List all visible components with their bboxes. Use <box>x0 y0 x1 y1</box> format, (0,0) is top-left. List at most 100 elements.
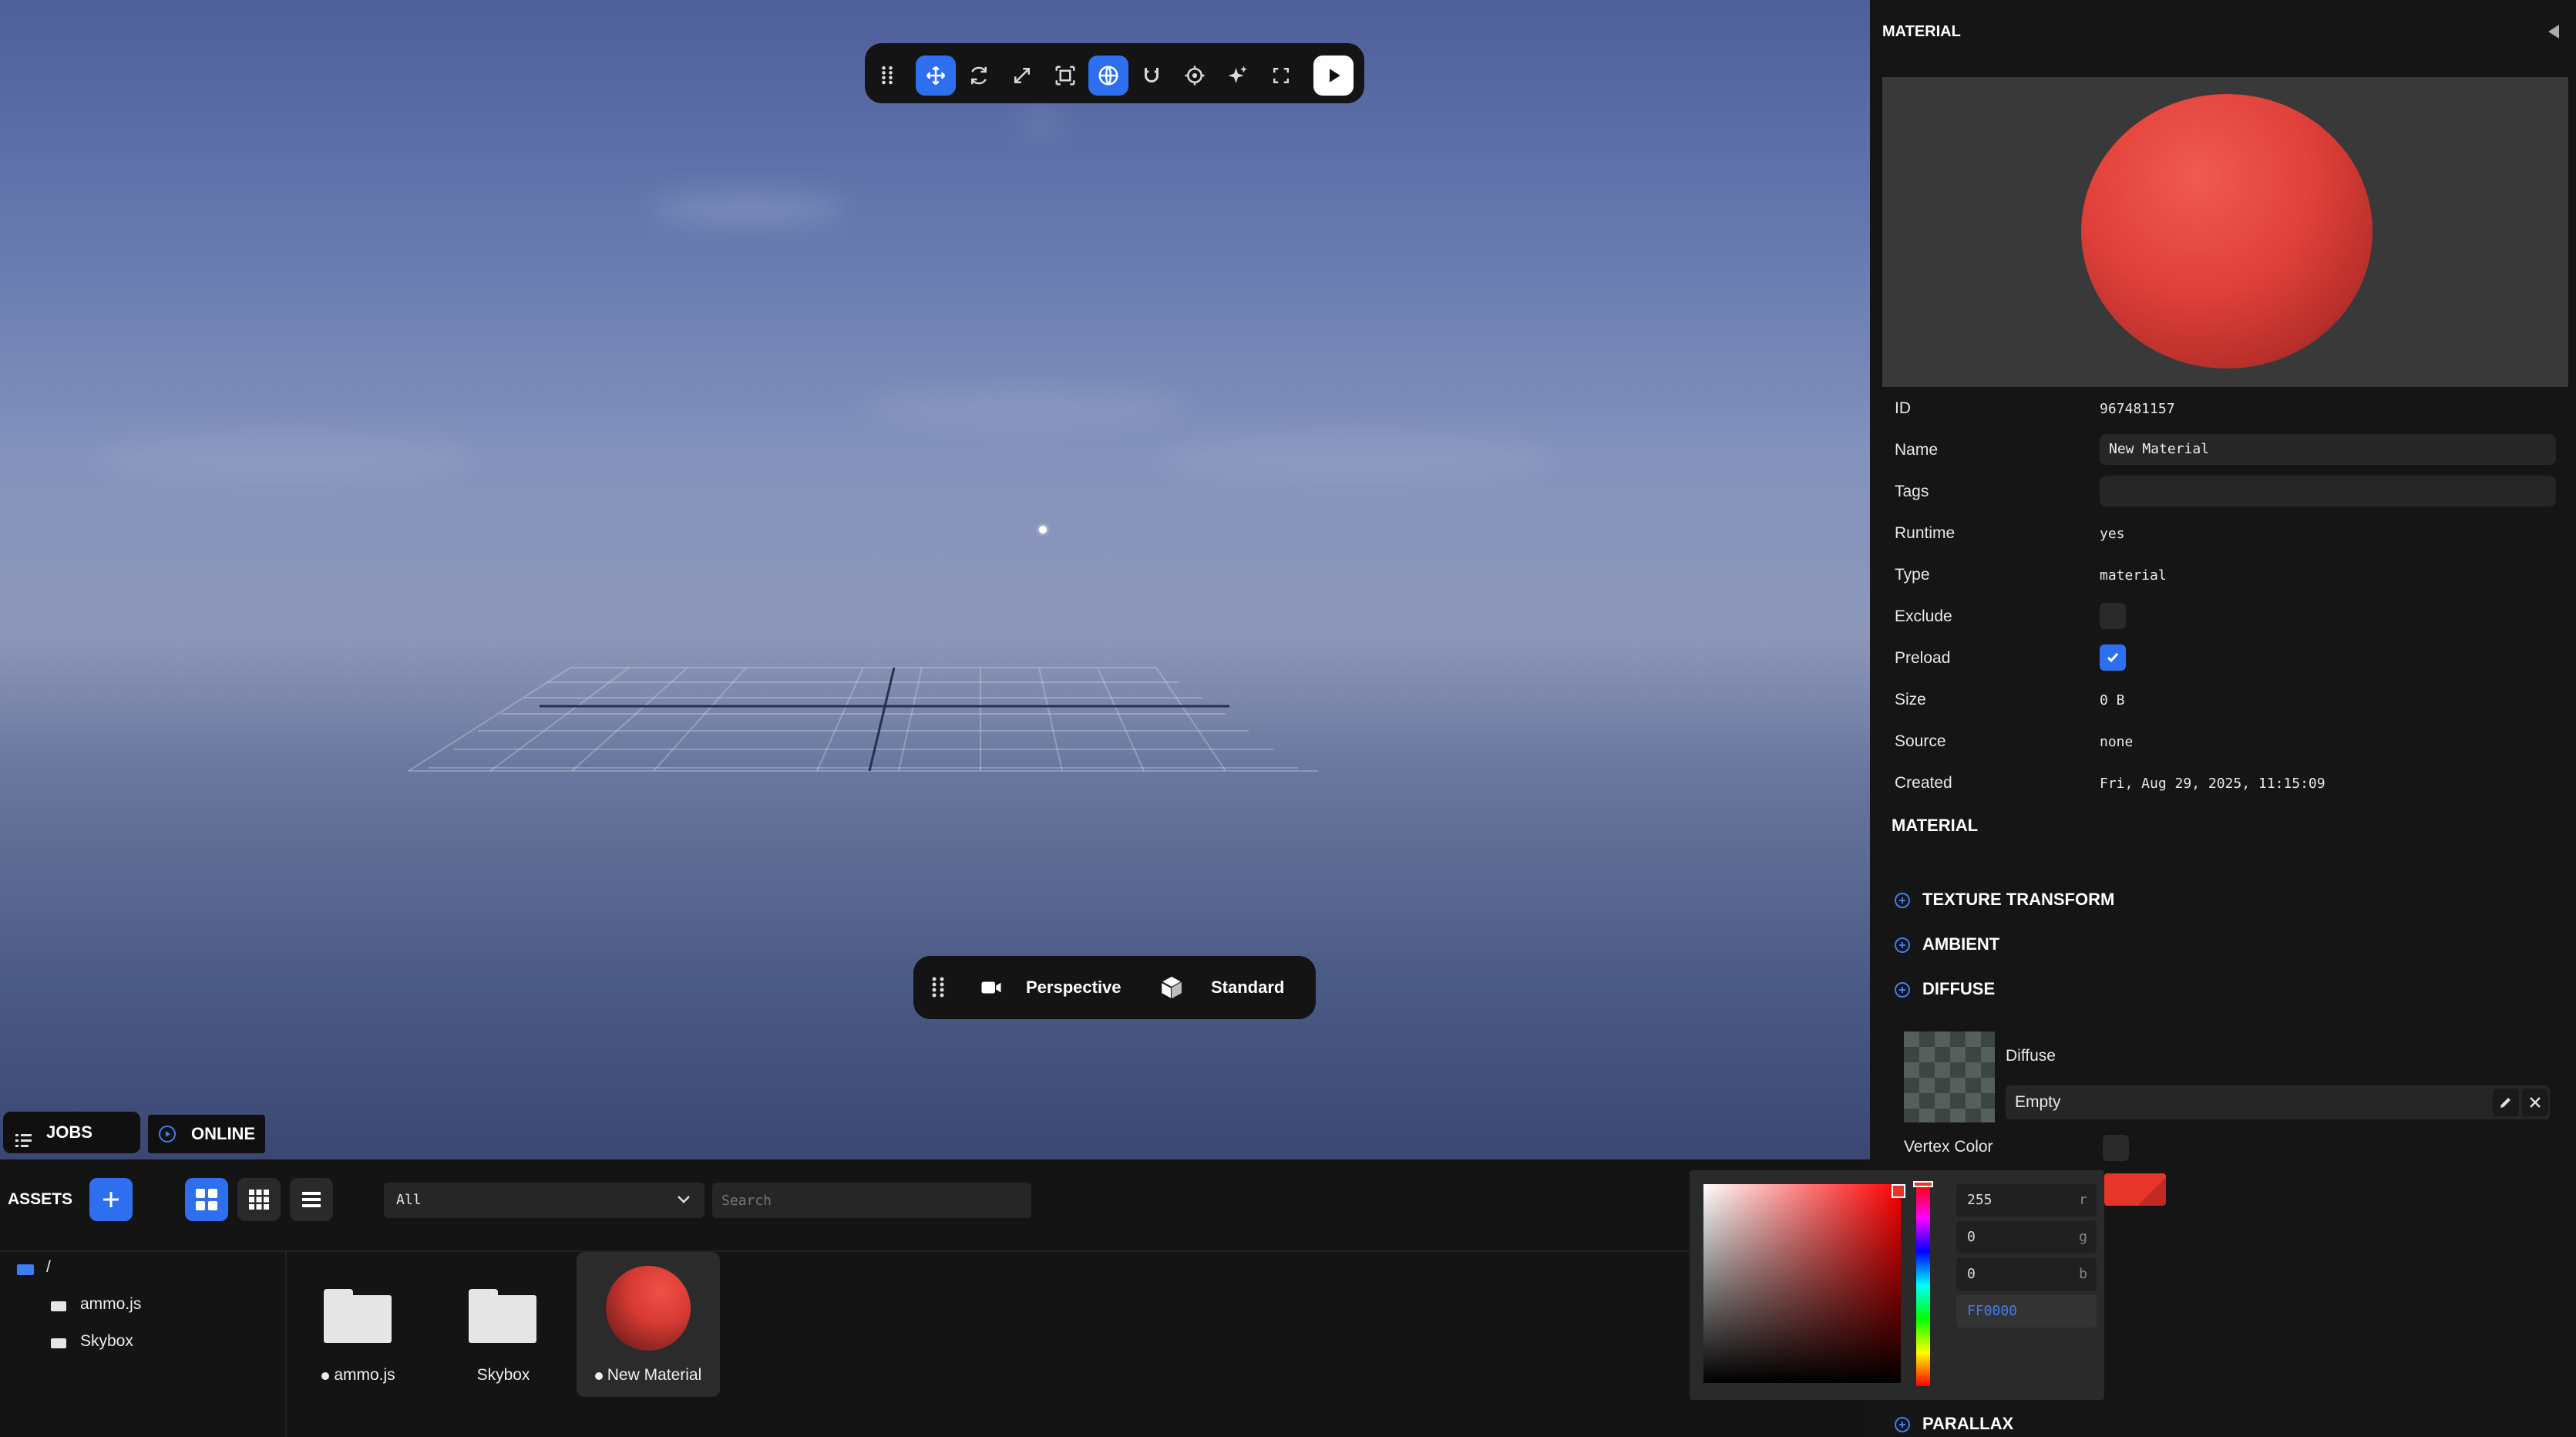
section-parallax[interactable]: PARALLAX <box>1895 1414 2013 1434</box>
filter-dropdown[interactable]: All <box>384 1183 705 1218</box>
section-texture-transform-label: TEXTURE TRANSFORM <box>1922 890 2115 909</box>
asset-item-material[interactable]: New Material <box>577 1252 720 1397</box>
tree-item-label: ammo.js <box>80 1295 142 1313</box>
view-small-grid-button[interactable] <box>237 1178 281 1221</box>
runtime-label: Runtime <box>1895 524 1956 542</box>
type-label: Type <box>1895 566 1930 584</box>
expand-plus-icon <box>1895 893 1910 909</box>
camera-bar: Perspective Standard <box>913 956 1316 1019</box>
hue-slider[interactable] <box>1916 1184 1930 1386</box>
play-icon[interactable] <box>1313 56 1354 96</box>
material-thumbnail-sphere <box>606 1266 691 1351</box>
exclude-label: Exclude <box>1895 607 1952 625</box>
view-list-button[interactable] <box>290 1178 333 1221</box>
hue-handle[interactable] <box>1913 1181 1933 1187</box>
fullscreen-corners-icon[interactable] <box>1261 56 1301 96</box>
asset-item-label: New Material <box>577 1366 720 1385</box>
folder-icon <box>324 1289 392 1343</box>
preload-checkbox[interactable] <box>2100 644 2126 671</box>
color-picker: 255 r 0g 0b FF0000 <box>1690 1170 2104 1400</box>
edit-pencil-icon[interactable] <box>2493 1089 2519 1116</box>
diffuse-label: Diffuse <box>2006 1047 2056 1065</box>
online-status-icon <box>159 1126 176 1143</box>
globe-icon[interactable] <box>1088 56 1128 96</box>
section-parallax-label: PARALLAX <box>1922 1414 2014 1433</box>
triangle-left-icon[interactable] <box>2548 25 2559 39</box>
folder-icon <box>51 1338 66 1348</box>
exclude-checkbox[interactable] <box>2100 603 2126 629</box>
toolbar-drag-handle-icon[interactable] <box>876 56 899 96</box>
grid-large-icon <box>196 1189 217 1210</box>
transform-toolbar <box>865 43 1364 103</box>
type-value: material <box>2100 567 2167 584</box>
red-input[interactable]: 255 r <box>1956 1184 2097 1217</box>
blue-input[interactable]: 0b <box>1956 1258 2097 1291</box>
vertex-color-checkbox[interactable] <box>2103 1135 2129 1161</box>
diffuse-texture-value: Empty <box>2015 1093 2061 1111</box>
camera-mode-label[interactable]: Perspective <box>1026 956 1122 1019</box>
id-label: ID <box>1895 399 1911 417</box>
checkmark-icon <box>2107 653 2119 663</box>
jobs-button[interactable]: JOBS <box>3 1112 140 1153</box>
scale-arrows-icon[interactable] <box>1002 56 1042 96</box>
section-ambient[interactable]: AMBIENT <box>1895 934 1999 954</box>
material-heading: MATERIAL <box>1892 816 1979 835</box>
section-diffuse-label: DIFFUSE <box>1922 979 1996 998</box>
expand-plus-icon <box>1895 937 1910 954</box>
section-diffuse[interactable]: DIFFUSE <box>1895 979 1995 999</box>
folder-icon <box>17 1264 34 1275</box>
expand-plus-icon <box>1895 1417 1910 1433</box>
id-value: 967481157 <box>2100 401 2175 417</box>
asset-search-input[interactable] <box>712 1183 1031 1218</box>
render-mode-label[interactable]: Standard <box>1211 956 1284 1019</box>
move-arrows-icon[interactable] <box>916 56 956 96</box>
tree-root-label: / <box>46 1258 51 1276</box>
asset-item-label: ammo.js <box>308 1366 409 1385</box>
hex-input[interactable]: FF0000 <box>1956 1295 2097 1328</box>
created-label: Created <box>1895 774 1952 792</box>
magnet-icon[interactable] <box>1132 56 1172 96</box>
name-label: Name <box>1895 441 1939 459</box>
tags-label: Tags <box>1895 483 1929 500</box>
view-large-grid-button[interactable] <box>185 1178 228 1221</box>
asset-item-folder[interactable]: Skybox <box>453 1252 553 1398</box>
divider <box>285 1252 287 1437</box>
close-icon[interactable] <box>2522 1089 2548 1116</box>
crosshair-icon[interactable] <box>1175 56 1215 96</box>
saturation-handle[interactable] <box>1892 1184 1905 1198</box>
name-field[interactable]: New Material <box>2100 434 2556 465</box>
hex-value: FF0000 <box>1967 1303 2018 1319</box>
jobs-label: JOBS <box>46 1122 92 1142</box>
saturation-value-field[interactable] <box>1703 1184 1901 1383</box>
sparkle-icon[interactable] <box>1218 56 1258 96</box>
diffuse-texture-field[interactable]: Empty <box>2006 1085 2550 1119</box>
section-texture-transform[interactable]: TEXTURE TRANSFORM <box>1895 890 2114 910</box>
source-label: Source <box>1895 732 1946 750</box>
unsaved-dot <box>321 1372 330 1380</box>
red-value: 255 <box>1967 1192 1993 1208</box>
panel-title: MATERIAL <box>1882 23 1961 40</box>
green-input[interactable]: 0g <box>1956 1221 2097 1254</box>
resize-frame-icon[interactable] <box>1045 56 1085 96</box>
online-status[interactable]: ONLINE <box>148 1115 265 1153</box>
rotate-icon[interactable] <box>959 56 999 96</box>
cube-icon[interactable] <box>1159 974 1185 1005</box>
tags-field[interactable] <box>2100 476 2556 506</box>
size-label: Size <box>1895 691 1926 708</box>
diffuse-texture-thumbnail[interactable] <box>1904 1031 1995 1122</box>
grid-small-icon <box>249 1190 269 1210</box>
asset-item-folder[interactable]: ammo.js <box>308 1252 409 1398</box>
scene-viewport[interactable]: Perspective Standard JOBS ONLINE <box>0 0 1870 1159</box>
created-value: Fri, Aug 29, 2025, 11:15:09 <box>2100 776 2325 792</box>
unsaved-dot <box>594 1372 603 1380</box>
list-icon <box>15 1123 34 1159</box>
plus-icon <box>103 1192 119 1207</box>
red-channel-label: r <box>2079 1192 2087 1208</box>
diffuse-color-swatch[interactable] <box>2104 1173 2166 1206</box>
video-camera-icon[interactable] <box>977 976 1006 1003</box>
camera-bar-drag-handle-icon[interactable] <box>930 974 946 1005</box>
add-asset-button[interactable] <box>89 1178 133 1221</box>
folder-icon <box>469 1289 536 1343</box>
light-gizmo-icon[interactable] <box>1039 526 1047 533</box>
size-value: 0 B <box>2100 692 2125 708</box>
